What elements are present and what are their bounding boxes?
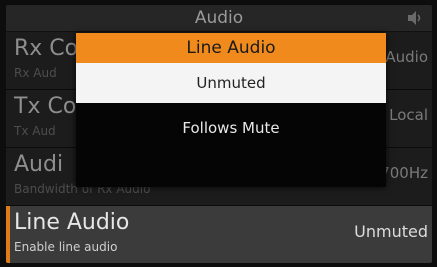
line-audio-row[interactable]: Line Audio Enable line audio Unmuted	[6, 206, 432, 263]
option-follows-mute[interactable]: Follows Mute	[76, 108, 386, 148]
row-title: Rx Co	[14, 36, 79, 61]
row-value: 700Hz	[380, 164, 428, 182]
row-title: Audi	[14, 152, 64, 177]
row-title: Line Audio	[14, 210, 130, 235]
selection-accent	[6, 206, 10, 263]
row-value: Unmuted	[354, 222, 428, 241]
speaker-icon	[406, 10, 424, 26]
popup-title: Line Audio	[76, 33, 386, 63]
device-screen: Audio Rx Co Rx Aud Audio Tx Co Tx Aud Lo…	[6, 5, 432, 263]
line-audio-popup: Line Audio Unmuted Follows Mute	[76, 33, 386, 187]
option-unmuted[interactable]: Unmuted	[76, 63, 386, 103]
title-bar: Audio	[6, 5, 432, 31]
row-title: Tx Co	[14, 94, 77, 119]
screen-title: Audio	[194, 8, 244, 28]
row-subtitle: Tx Aud	[14, 124, 56, 138]
row-subtitle: Enable line audio	[14, 240, 118, 254]
row-subtitle: Rx Aud	[14, 66, 57, 80]
row-value: Local	[389, 106, 428, 124]
row-value: Audio	[385, 48, 428, 66]
